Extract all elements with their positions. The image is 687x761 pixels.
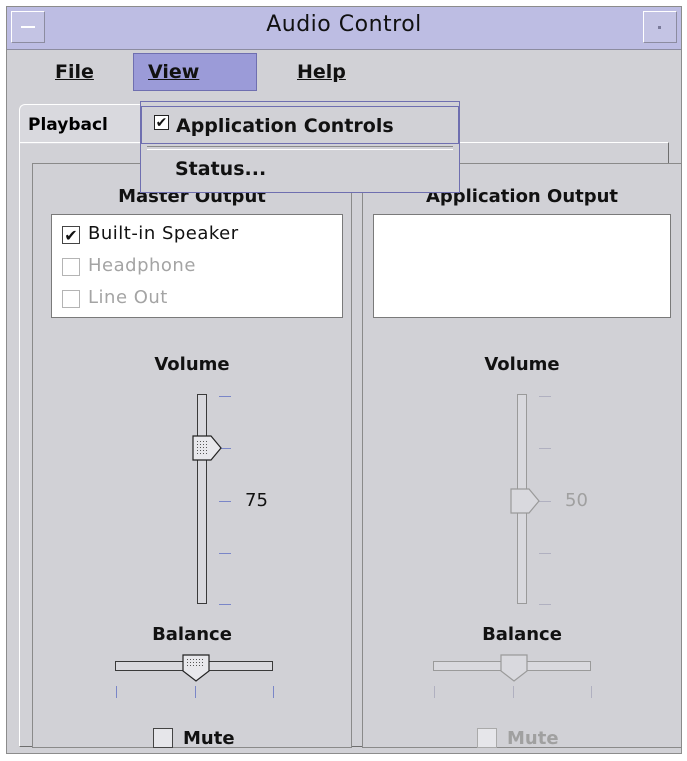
menu-view-label: View [148,61,200,83]
application-volume-label: Volume [484,354,560,375]
volume-tick [219,604,231,605]
minimize-button[interactable] [643,11,677,43]
output-item-label: Line Out [88,287,168,308]
master-output-list: ✔ Built-in Speaker Headphone Line Out [51,214,343,318]
application-output-list [373,214,671,318]
application-volume-thumb[interactable] [509,488,541,514]
checkbox-icon[interactable] [62,290,80,308]
checkbox-icon[interactable] [153,728,173,748]
menu-item-label: Status... [175,158,267,180]
balance-tick [434,686,435,698]
menu-item-label: Application Controls [176,115,394,137]
menu-view[interactable]: View [133,53,257,91]
master-output-group: Master Output ✔ Built-in Speaker Headpho… [32,163,352,749]
balance-tick [273,686,274,698]
volume-tick [219,396,231,397]
volume-tick [539,553,551,554]
volume-tick [539,604,551,605]
master-mute-label: Mute [183,728,235,749]
menu-file[interactable]: File [41,53,108,91]
playback-panel: Master Output ✔ Built-in Speaker Headpho… [19,142,682,749]
volume-tick [539,448,551,449]
view-menu-dropdown: ✔ Application Controls Status... [140,101,460,193]
title-bar[interactable]: Audio Control [7,7,681,50]
balance-tick [195,686,196,698]
balance-tick [513,686,514,698]
checkmark-icon: ✔ [154,115,169,131]
output-item-label: Built-in Speaker [88,223,239,244]
master-balance-thumb[interactable] [181,653,211,683]
balance-tick [116,686,117,698]
master-volume-label: Volume [154,354,230,375]
output-item-label: Headphone [88,255,196,276]
checkbox-icon[interactable] [477,728,497,748]
application-balance-label: Balance [482,624,562,645]
volume-tick [219,553,231,554]
master-volume-track[interactable] [197,394,207,604]
checkbox-checked-icon[interactable]: ✔ [62,226,80,244]
application-balance-thumb[interactable] [499,653,529,683]
application-volume-value: 50 [565,490,588,511]
volume-tick [219,501,231,502]
application-mute-label: Mute [507,728,559,749]
menu-item-status[interactable]: Status... [141,150,459,188]
menu-file-label: File [55,61,94,83]
menu-item-application-controls[interactable]: ✔ Application Controls [141,106,459,144]
application-output-group: Application Output Volume 50 Balance Mut… [362,163,682,749]
master-balance-label: Balance [152,624,232,645]
menu-help[interactable]: Help [283,53,360,91]
audio-control-window: Audio Control File View Help Playbacl Ma… [6,6,682,754]
window-title: Audio Control [266,12,422,37]
menu-help-label: Help [297,61,346,83]
window-menu-button[interactable] [11,11,45,43]
volume-tick [539,396,551,397]
master-volume-thumb[interactable] [191,435,223,461]
menu-bar: File View Help [7,50,681,94]
master-volume-value: 75 [245,490,268,511]
balance-tick [591,686,592,698]
checkbox-icon[interactable] [62,258,80,276]
